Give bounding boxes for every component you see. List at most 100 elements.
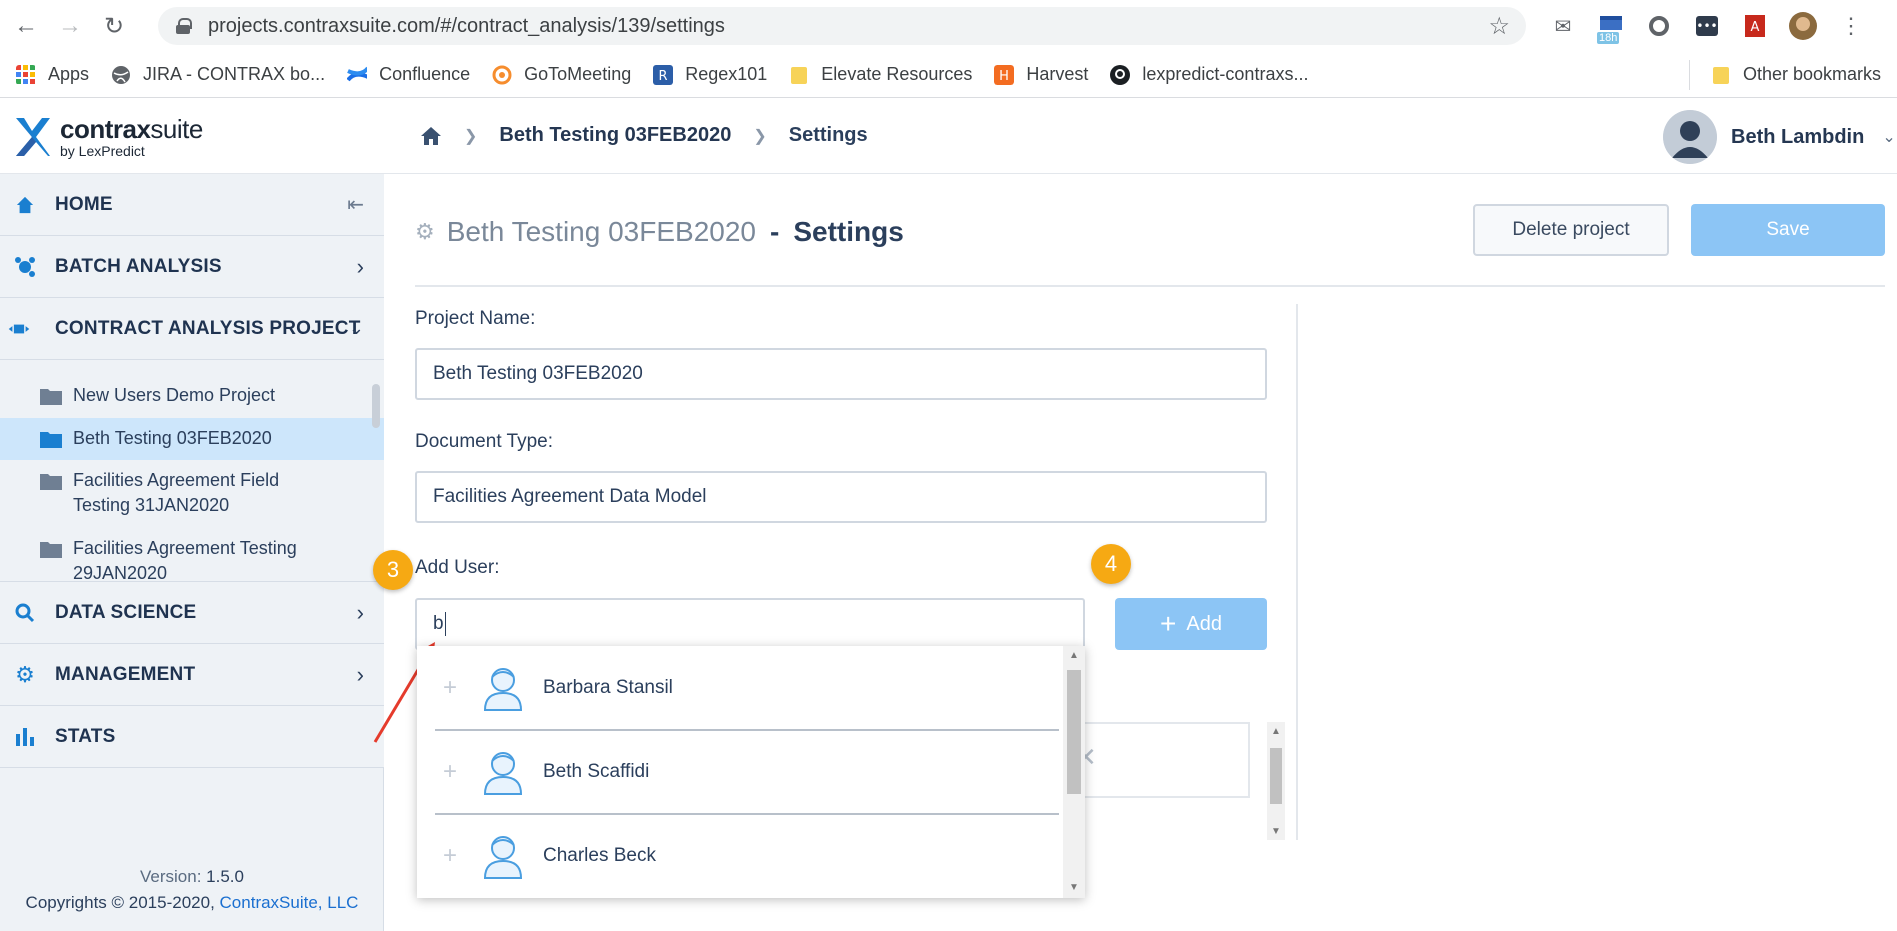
bookmark-label: Regex101 bbox=[685, 64, 768, 84]
vertical-divider bbox=[1296, 304, 1298, 840]
scrollbar-thumb[interactable] bbox=[1067, 670, 1081, 794]
address-bar[interactable]: projects.contraxsuite.com/#/contract_ana… bbox=[158, 7, 1526, 45]
collapse-sidebar-icon[interactable]: ⇤ bbox=[347, 192, 364, 217]
scrollbar-thumb[interactable] bbox=[1270, 748, 1282, 804]
chevron-down-icon[interactable]: ⌄ bbox=[1882, 127, 1895, 147]
document-type-field[interactable]: Facilities Agreement Data Model bbox=[415, 471, 1267, 523]
batch-analysis-icon bbox=[14, 256, 36, 278]
home-icon bbox=[14, 194, 36, 216]
chevron-down-icon: ⌄ bbox=[348, 318, 364, 338]
document-type-value: Facilities Agreement Data Model bbox=[433, 486, 707, 507]
reload-icon[interactable]: ↻ bbox=[96, 8, 132, 44]
dropdown-option-name: Beth Scaffidi bbox=[543, 761, 650, 782]
bookmark-harvest[interactable]: H Harvest bbox=[994, 64, 1088, 85]
scrollbar[interactable]: ▲ ▼ bbox=[1267, 722, 1285, 840]
svg-text:•••: ••• bbox=[1696, 19, 1717, 33]
logo-name: contrax bbox=[60, 114, 151, 144]
add-user-value: b bbox=[433, 613, 444, 634]
sidebar-item-label: BATCH ANALYSIS bbox=[55, 255, 222, 277]
sidebar-item-label: CONTRACT ANALYSIS PROJECT bbox=[55, 317, 361, 339]
scrollbar[interactable]: ▲ ▼ bbox=[1063, 646, 1085, 898]
scroll-up-icon[interactable]: ▲ bbox=[1069, 650, 1079, 661]
bookmark-jira[interactable]: JIRA - CONTRAX bo... bbox=[111, 64, 325, 85]
list-item[interactable]: Facilities Agreement Testing 29JAN2020 bbox=[0, 528, 384, 582]
list-item[interactable]: Beth Testing 03FEB2020 bbox=[0, 418, 384, 460]
other-bookmarks[interactable]: Other bookmarks bbox=[1688, 60, 1881, 90]
contract-analysis-icon bbox=[8, 318, 30, 340]
bookmark-label: Elevate Resources bbox=[821, 64, 973, 84]
list-item[interactable]: Facilities Agreement Field Testing 31JAN… bbox=[0, 460, 384, 526]
list-item[interactable]: New Users Demo Project bbox=[0, 376, 384, 416]
dropdown-option-name: Barbara Stansil bbox=[543, 677, 673, 698]
user-name: Beth Lambdin bbox=[1731, 125, 1865, 148]
breadcrumb: ❯ Beth Testing 03FEB2020 ❯ Settings bbox=[420, 124, 868, 147]
logo-name-suffix: suite bbox=[150, 114, 203, 144]
contraxsuite-logo[interactable]: contraxsuite by LexPredict bbox=[14, 116, 203, 158]
dropdown-option[interactable]: + Barbara Stansil bbox=[417, 646, 1063, 730]
project-name: Facilities Agreement Testing 29JAN2020 bbox=[73, 538, 297, 582]
bookmark-gotomeeting[interactable]: GoToMeeting bbox=[492, 64, 631, 85]
bookmark-star-icon[interactable]: ☆ bbox=[1488, 12, 1510, 41]
breadcrumb-project[interactable]: Beth Testing 03FEB2020 bbox=[499, 124, 731, 147]
user-icon bbox=[483, 836, 523, 879]
scroll-up-icon[interactable]: ▲ bbox=[1271, 726, 1281, 737]
divider bbox=[415, 285, 1885, 287]
page-title: ⚙ Beth Testing 03FEB2020 - Settings bbox=[415, 216, 904, 248]
profile-avatar-icon[interactable] bbox=[1785, 8, 1821, 44]
bookmark-apps[interactable]: Apps bbox=[16, 64, 89, 85]
bookmark-github[interactable]: lexpredict-contraxs... bbox=[1110, 64, 1308, 85]
text-caret bbox=[444, 612, 446, 636]
bookmark-label: JIRA - CONTRAX bo... bbox=[143, 64, 326, 84]
company-link[interactable]: ContraxSuite, LLC bbox=[220, 893, 359, 912]
sidebar-item-batch-analysis[interactable]: BATCH ANALYSIS › bbox=[0, 236, 384, 298]
breadcrumb-settings: Settings bbox=[788, 124, 868, 146]
delete-project-button[interactable]: Delete project bbox=[1473, 204, 1669, 256]
save-button[interactable]: Save bbox=[1691, 204, 1885, 256]
logo-byline: by LexPredict bbox=[60, 143, 145, 159]
chevron-right-icon: › bbox=[356, 253, 364, 279]
user-icon bbox=[483, 668, 523, 711]
scrollbar[interactable] bbox=[372, 384, 380, 428]
svg-text:R: R bbox=[659, 69, 668, 84]
sidebar-item-label: MANAGEMENT bbox=[55, 663, 196, 685]
version-label: Version: bbox=[140, 867, 202, 886]
apps-grid-icon bbox=[16, 64, 35, 84]
sidebar-item-home[interactable]: HOME ⇤ bbox=[0, 174, 384, 236]
bookmark-confluence[interactable]: Confluence bbox=[347, 64, 470, 85]
add-user-button[interactable]: + Add bbox=[1115, 598, 1267, 650]
sidebar-item-data-science[interactable]: DATA SCIENCE › bbox=[0, 582, 384, 644]
menu-kebab-icon[interactable]: ⋮ bbox=[1833, 8, 1869, 44]
mail-icon[interactable]: ✉ bbox=[1545, 8, 1581, 44]
sidebar-item-stats[interactable]: STATS bbox=[0, 706, 384, 768]
forward-icon[interactable]: → bbox=[52, 8, 88, 44]
sidebar-item-contract-analysis[interactable]: CONTRACT ANALYSIS PROJECT ⌄ bbox=[0, 298, 384, 360]
bookmark-regex101[interactable]: R Regex101 bbox=[653, 64, 767, 85]
project-name-field[interactable]: Beth Testing 03FEB2020 bbox=[415, 348, 1267, 400]
sidebar-item-management[interactable]: ⚙ MANAGEMENT › bbox=[0, 644, 384, 706]
other-bookmarks-label: Other bookmarks bbox=[1742, 64, 1881, 84]
sidebar: HOME ⇤ BATCH ANALYSIS › CONTRACT ANALYSI… bbox=[0, 174, 384, 931]
home-icon[interactable] bbox=[420, 125, 442, 147]
password-extension-icon[interactable]: ••• bbox=[1689, 8, 1725, 44]
harvest-icon: H bbox=[994, 64, 1015, 85]
github-icon bbox=[1110, 64, 1131, 85]
project-list: New Users Demo Project Beth Testing 03FE… bbox=[0, 360, 384, 582]
pdf-extension-icon[interactable]: A bbox=[1737, 8, 1773, 44]
dropdown-option[interactable]: + Charles Beck bbox=[417, 814, 1063, 898]
back-icon[interactable]: ← bbox=[8, 8, 44, 44]
user-icon bbox=[483, 752, 523, 795]
add-user-input[interactable]: b bbox=[415, 598, 1085, 650]
bookmark-elevate[interactable]: Elevate Resources bbox=[789, 64, 972, 85]
document-type-label: Document Type: bbox=[415, 431, 554, 452]
bookmarks-bar: Apps JIRA - CONTRAX bo... Confluence GoT… bbox=[0, 52, 1897, 98]
folder-icon bbox=[40, 474, 62, 490]
calendar-extension-icon[interactable]: 18h bbox=[1593, 8, 1629, 44]
regex-icon: R bbox=[653, 64, 674, 85]
circle-extension-icon[interactable] bbox=[1641, 8, 1677, 44]
user-menu[interactable]: Beth Lambdin ⌄ bbox=[1663, 108, 1897, 166]
scroll-down-icon[interactable]: ▼ bbox=[1271, 826, 1281, 837]
scroll-down-icon[interactable]: ▼ bbox=[1069, 882, 1079, 893]
dropdown-option[interactable]: + Beth Scaffidi bbox=[417, 730, 1063, 814]
sidebar-item-label: HOME bbox=[55, 193, 113, 215]
sidebar-footer: Version: 1.5.0 Copyrights © 2015-2020, C… bbox=[0, 864, 384, 916]
